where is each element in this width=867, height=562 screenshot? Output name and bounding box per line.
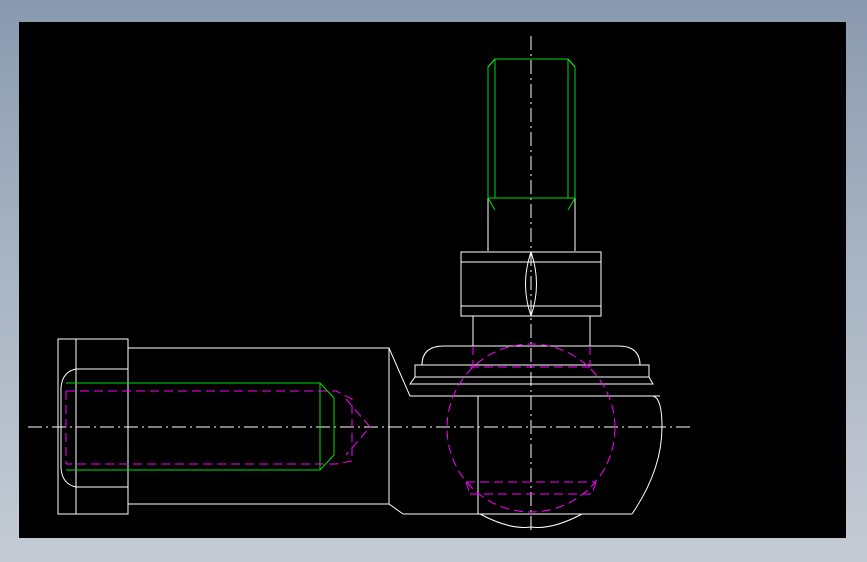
ball-housing bbox=[403, 395, 663, 528]
hex-head bbox=[57, 338, 129, 515]
visible-outlines bbox=[57, 58, 663, 528]
rod-end-body bbox=[128, 347, 411, 515]
cad-viewport[interactable] bbox=[19, 22, 846, 538]
thread-lines bbox=[66, 58, 576, 471]
cad-drawing bbox=[28, 36, 694, 532]
seal-flange bbox=[409, 345, 660, 397]
hidden-lines bbox=[65, 343, 616, 513]
